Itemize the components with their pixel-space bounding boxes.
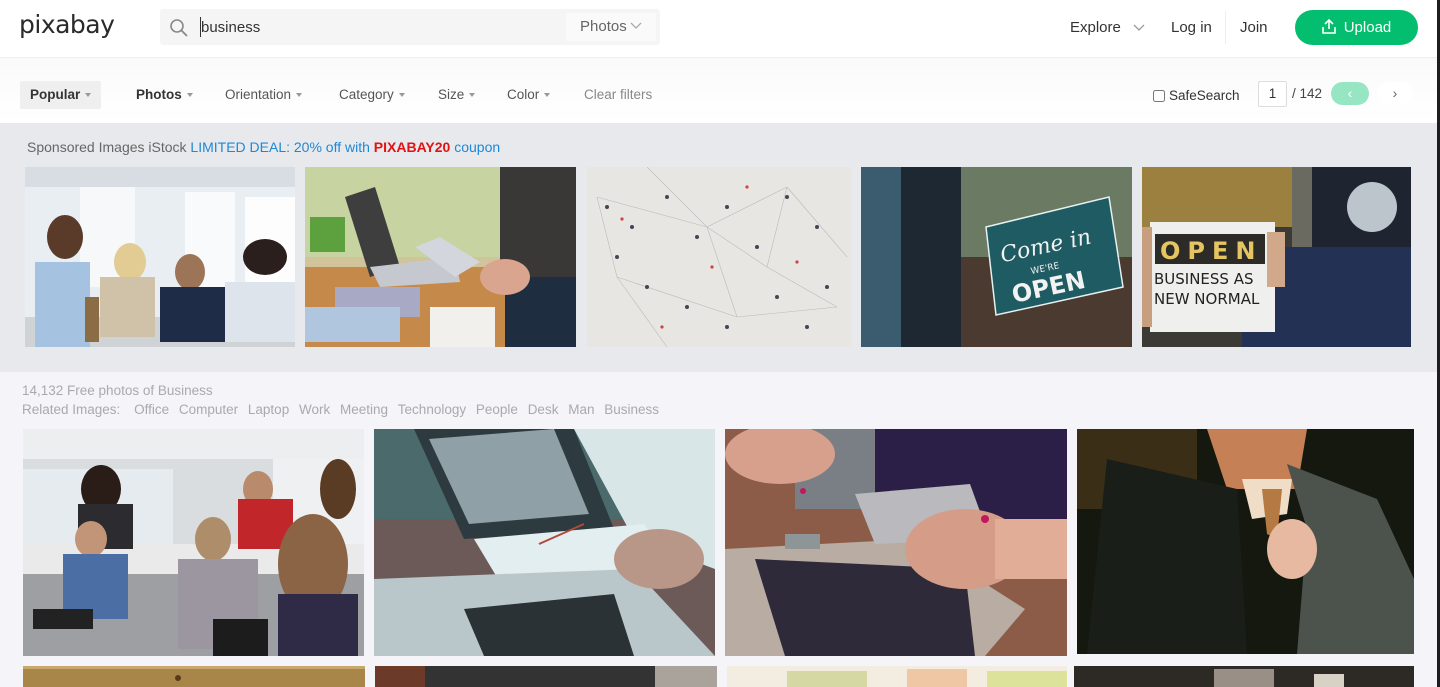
- safesearch-label: SafeSearch: [1169, 88, 1240, 103]
- media-type-dropdown[interactable]: Photos: [566, 13, 656, 41]
- related-tag[interactable]: Desk: [528, 402, 559, 417]
- come-in-sign-photo: Come in WE'RE OPEN: [861, 167, 1132, 347]
- chevron-right-icon: ›: [1392, 85, 1398, 101]
- clear-filters-link[interactable]: Clear filters: [584, 81, 652, 109]
- filter-orientation-dropdown[interactable]: Orientation: [225, 81, 303, 109]
- filter-type-dropdown[interactable]: Photos: [136, 81, 193, 109]
- caret-down-icon: [186, 93, 193, 97]
- caret-down-icon: [469, 93, 476, 97]
- man-tie-photo: [1077, 429, 1414, 654]
- laptop-writing-photo: [374, 429, 715, 656]
- next-page-button[interactable]: ›: [1377, 82, 1413, 105]
- results-count: 14,132 Free photos of Business: [22, 383, 213, 398]
- result-image[interactable]: [725, 429, 1067, 656]
- sponsored-banner: Sponsored Images iStock LIMITED DEAL: 20…: [27, 139, 500, 155]
- filter-category-label: Category: [339, 87, 394, 102]
- caret-down-icon: [296, 93, 303, 97]
- sponsored-section: Sponsored Images iStock LIMITED DEAL: 20…: [0, 123, 1437, 372]
- sponsored-image[interactable]: [305, 167, 576, 347]
- svg-text:NEW NORMAL: NEW NORMAL: [1154, 290, 1260, 308]
- explore-label: Explore: [1070, 19, 1121, 36]
- chevron-left-icon: ‹: [1347, 85, 1353, 101]
- sponsored-image[interactable]: OPEN BUSINESS AS NEW NORMAL: [1142, 167, 1411, 347]
- sponsored-image[interactable]: [587, 167, 851, 347]
- svg-text:OPEN: OPEN: [1160, 237, 1262, 265]
- search-icon[interactable]: [169, 18, 189, 38]
- result-image[interactable]: [23, 666, 365, 687]
- sponsored-image[interactable]: Come in WE'RE OPEN: [861, 167, 1132, 347]
- blurred-plant-photo: [727, 666, 1067, 687]
- result-image[interactable]: [727, 666, 1067, 687]
- related-tag[interactable]: Man: [568, 402, 594, 417]
- smartphone-laptop-photo: [725, 429, 1067, 656]
- filter-size-dropdown[interactable]: Size: [438, 81, 476, 109]
- chevron-down-icon: [1133, 24, 1145, 31]
- result-image[interactable]: [374, 429, 715, 656]
- related-tag[interactable]: Computer: [179, 402, 238, 417]
- previous-page-button[interactable]: ‹: [1331, 82, 1369, 105]
- related-images: Related Images: Office Computer Laptop W…: [22, 402, 659, 417]
- filter-bar: Popular Photos Orientation Category Size…: [0, 58, 1437, 123]
- crowd-network-photo: [587, 167, 851, 347]
- caret-down-icon: [85, 93, 92, 97]
- filter-size-label: Size: [438, 87, 465, 102]
- chevron-down-icon: [630, 22, 642, 29]
- page-number-input[interactable]: 1: [1258, 81, 1287, 107]
- related-tag[interactable]: Laptop: [248, 402, 289, 417]
- safesearch-checkbox[interactable]: [1153, 90, 1165, 102]
- related-tag[interactable]: Work: [299, 402, 330, 417]
- sponsored-prefix: Sponsored Images iStock: [27, 139, 187, 155]
- related-tag[interactable]: Meeting: [340, 402, 388, 417]
- search-bar: Photos: [160, 9, 660, 45]
- sort-label: Popular: [30, 87, 81, 102]
- related-tag[interactable]: Technology: [398, 402, 466, 417]
- meeting-photo: [25, 167, 295, 347]
- search-input[interactable]: [200, 17, 560, 37]
- join-link[interactable]: Join: [1240, 19, 1268, 36]
- deal-suffix: coupon: [454, 139, 501, 155]
- page-total: / 142: [1292, 86, 1323, 101]
- sort-popular-dropdown[interactable]: Popular: [20, 81, 101, 109]
- related-tag[interactable]: Business: [604, 402, 659, 417]
- laptop-charts-photo: [305, 167, 576, 347]
- filter-color-label: Color: [507, 87, 540, 102]
- safesearch-toggle[interactable]: SafeSearch: [1153, 88, 1240, 103]
- open-sign-photo: OPEN BUSINESS AS NEW NORMAL: [1142, 167, 1411, 347]
- media-type-label: Photos: [580, 18, 627, 35]
- cafe-photo: [1074, 666, 1414, 687]
- svg-text:BUSINESS AS: BUSINESS AS: [1154, 270, 1254, 288]
- related-label: Related Images:: [22, 402, 121, 417]
- wooden-desk-photo: [23, 666, 365, 687]
- office-team-photo: [23, 429, 364, 656]
- filter-color-dropdown[interactable]: Color: [507, 81, 551, 109]
- caret-down-icon: [398, 93, 405, 97]
- coupon-code: PIXABAY20: [373, 139, 451, 155]
- dark-office-photo: [375, 666, 717, 687]
- deal-text: LIMITED DEAL: 20% off with: [190, 139, 370, 155]
- filter-category-dropdown[interactable]: Category: [339, 81, 405, 109]
- related-tag[interactable]: People: [476, 402, 518, 417]
- related-tag[interactable]: Office: [134, 402, 169, 417]
- result-image[interactable]: [1077, 429, 1414, 654]
- login-link[interactable]: Log in: [1171, 19, 1212, 36]
- sponsored-image[interactable]: [25, 167, 295, 347]
- filter-orientation-label: Orientation: [225, 87, 292, 102]
- result-image[interactable]: [375, 666, 717, 687]
- caret-down-icon: [544, 93, 551, 97]
- header-divider: [1225, 11, 1226, 44]
- filter-type-label: Photos: [136, 87, 182, 102]
- upload-label: Upload: [1343, 19, 1392, 36]
- pixabay-logo[interactable]: pixabay: [19, 10, 115, 39]
- result-image[interactable]: [1074, 666, 1414, 687]
- upload-button[interactable]: Upload: [1295, 10, 1418, 45]
- upload-icon: [1321, 18, 1336, 34]
- top-header: pixabay Photos Explore Log in Join Uploa…: [0, 0, 1437, 58]
- explore-menu[interactable]: Explore: [1070, 19, 1145, 36]
- result-image[interactable]: [23, 429, 364, 656]
- istock-deal-link[interactable]: LIMITED DEAL: 20% off with PIXABAY20 cou…: [190, 139, 500, 155]
